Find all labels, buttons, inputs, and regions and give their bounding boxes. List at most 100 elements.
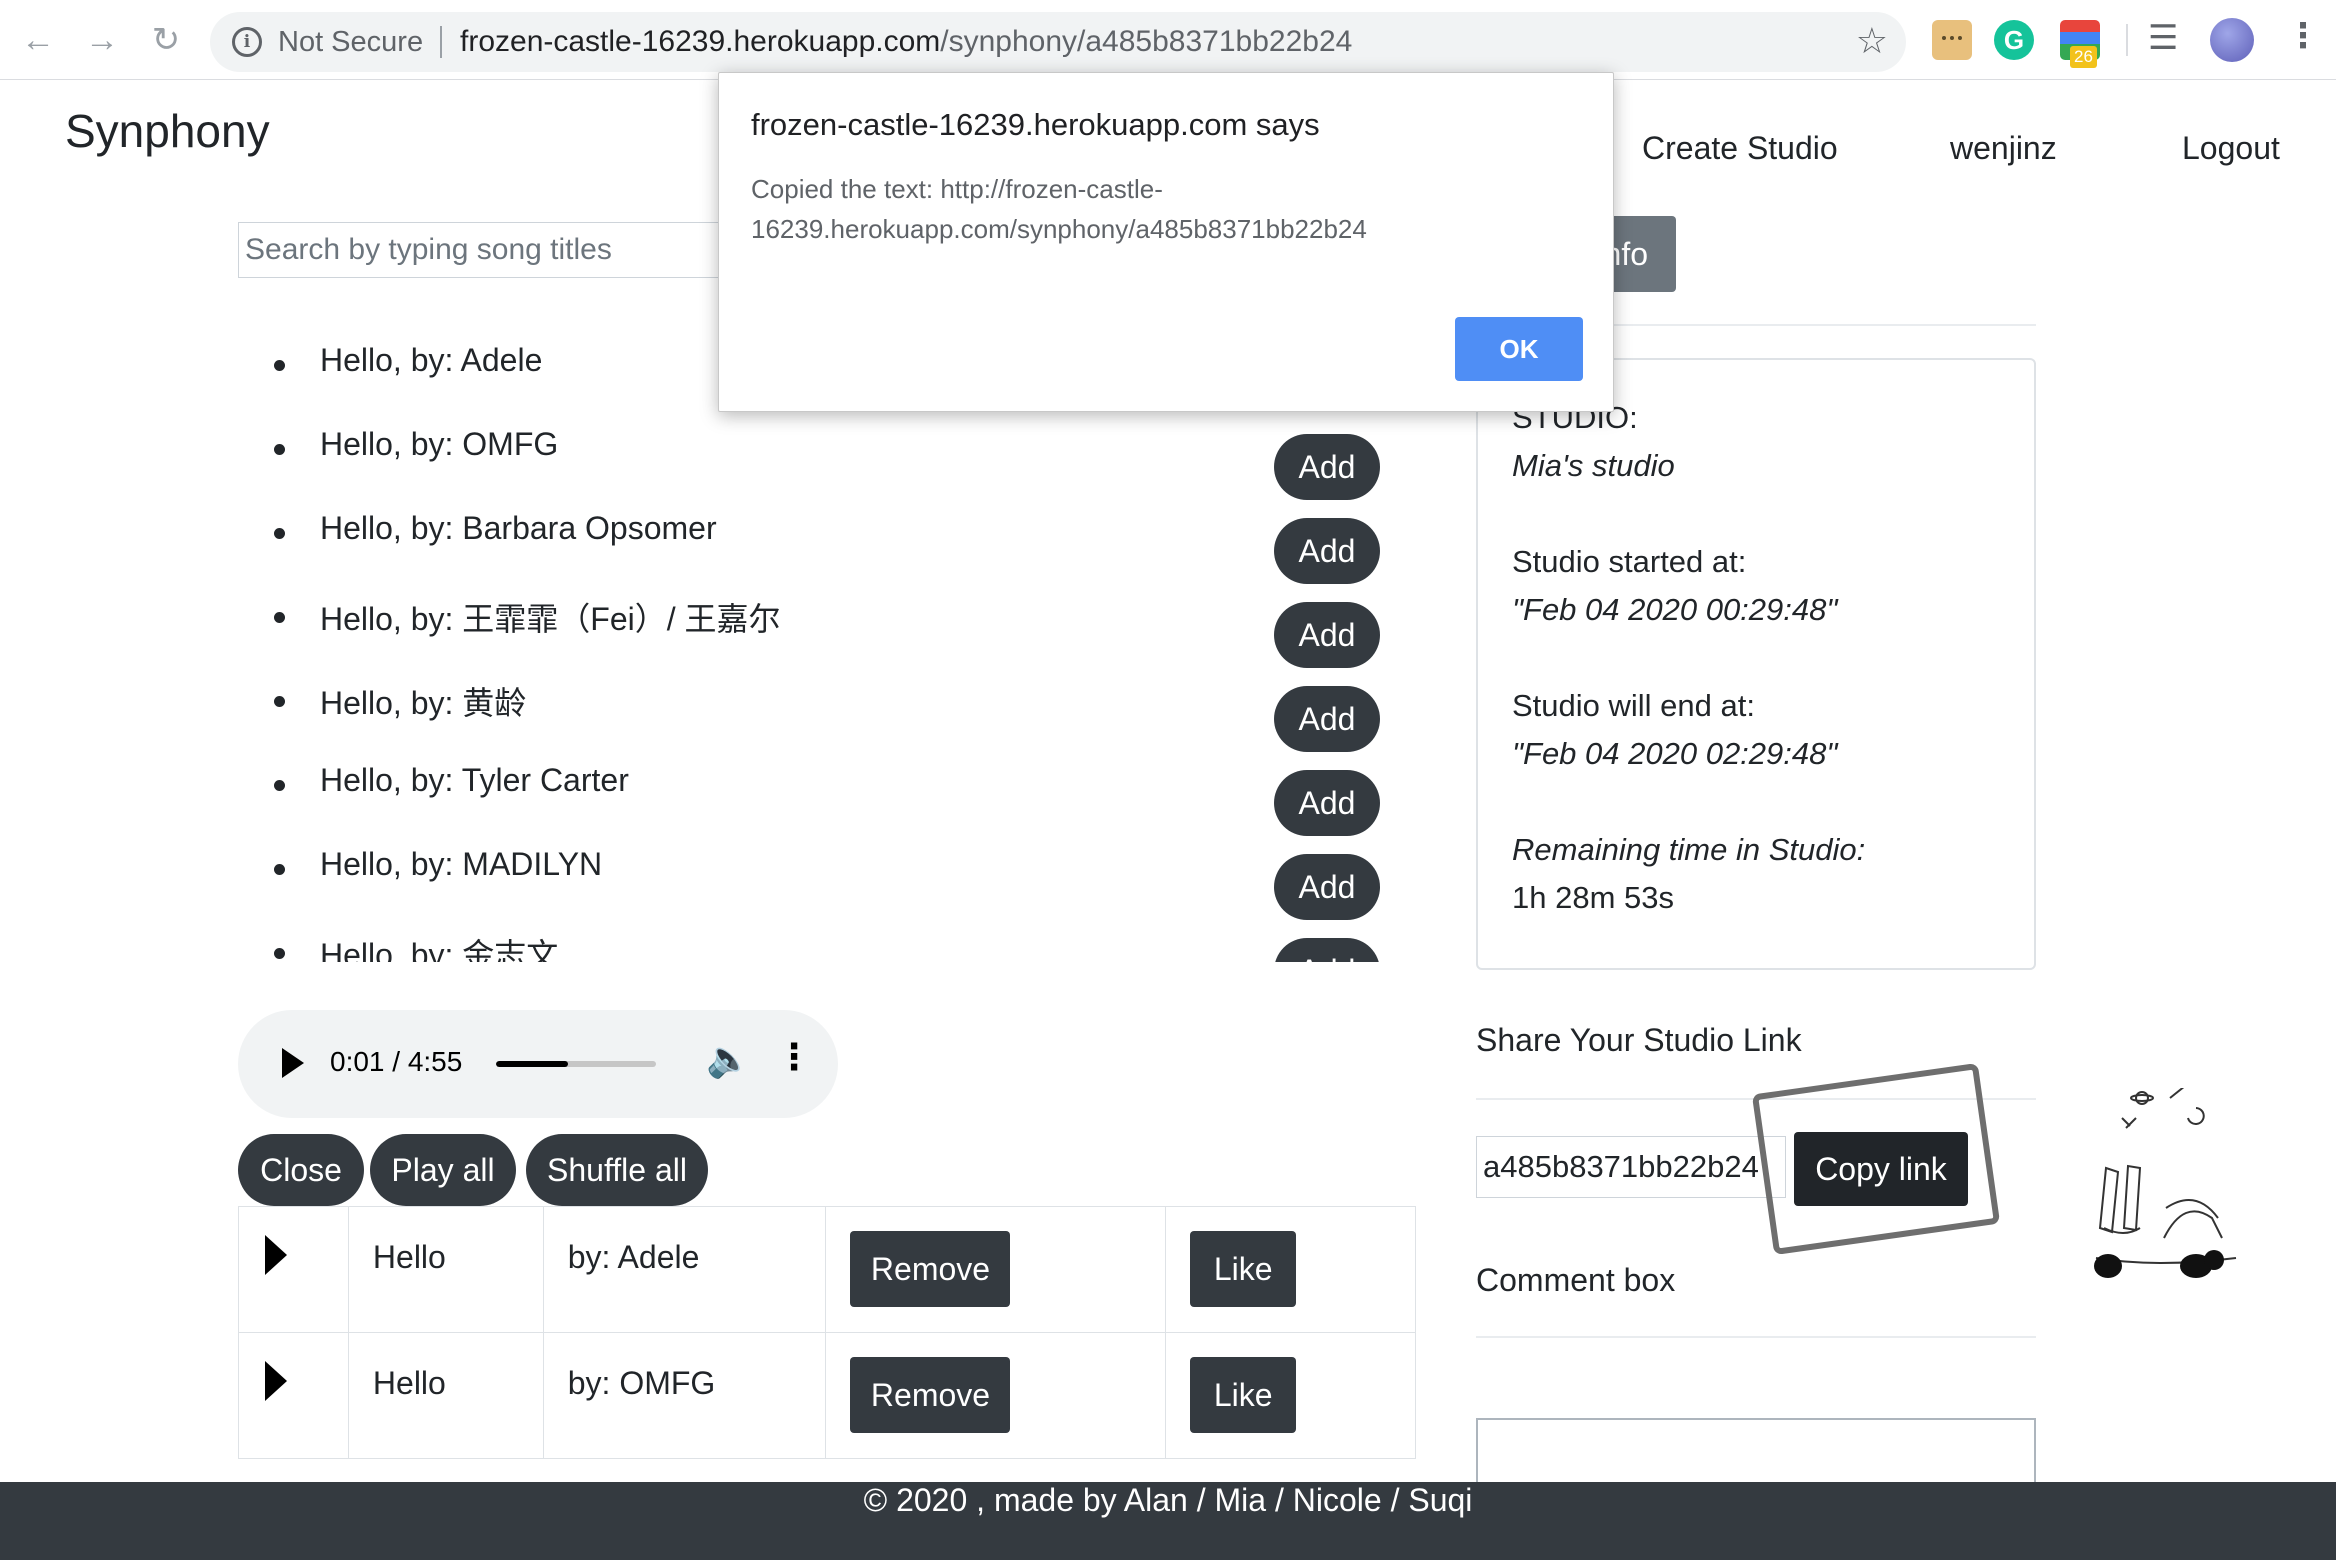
reload-icon[interactable]: ↻ xyxy=(142,16,190,64)
song-result-label: Hello, by: 金志文 xyxy=(320,937,559,962)
play-all-button[interactable]: Play all xyxy=(370,1134,516,1206)
play-track-icon[interactable] xyxy=(265,1235,287,1275)
studio-link-input[interactable] xyxy=(1476,1136,1786,1198)
list-item: Hello, by: OMFG Add xyxy=(238,414,1388,500)
song-result-label: Hello, by: Barbara Opsomer xyxy=(320,510,717,546)
song-search-input[interactable] xyxy=(238,222,758,278)
artist-cell: by: Adele xyxy=(542,1206,827,1333)
list-item: Hello, by: 金志文 Add xyxy=(238,918,1388,962)
grammarly-extension-icon[interactable]: G xyxy=(1994,20,2034,60)
play-cell xyxy=(238,1206,349,1333)
audio-seek-slider[interactable] xyxy=(496,1061,656,1067)
footer-text: © 2020 , made by Alan / Mia / Nicole / S… xyxy=(863,1482,1473,1518)
studio-info-card: STUDIO: Mia's studio Studio started at: … xyxy=(1476,358,2036,970)
song-result-label: Hello, by: 黄龄 xyxy=(320,685,527,721)
security-label[interactable]: Not Secure xyxy=(278,26,423,59)
like-button[interactable]: Like xyxy=(1190,1231,1297,1307)
play-icon[interactable] xyxy=(282,1048,304,1078)
song-result-label: Hello, by: Tyler Carter xyxy=(320,762,629,798)
end-value: "Feb 04 2020 02:29:48" xyxy=(1512,736,1838,771)
forward-arrow-icon[interactable]: → xyxy=(78,16,126,64)
add-song-button[interactable]: Add xyxy=(1274,518,1380,584)
song-result-label: Hello, by: MADILYN xyxy=(320,846,603,882)
media-control-icon[interactable]: ☰ xyxy=(2148,18,2178,58)
address-divider xyxy=(440,26,442,58)
started-value: "Feb 04 2020 00:29:48" xyxy=(1512,592,1838,627)
close-button[interactable]: Close xyxy=(238,1134,364,1206)
add-song-button[interactable]: Add xyxy=(1274,854,1380,920)
remaining-value: 1h 28m 53s xyxy=(1512,880,1674,915)
footer: © 2020 , made by Alan / Mia / Nicole / S… xyxy=(0,1482,2336,1560)
list-item: Hello, by: 黄龄 Add xyxy=(238,666,1388,752)
song-result-label: Hello, by: OMFG xyxy=(320,426,559,462)
nav-create-studio[interactable]: Create Studio xyxy=(1642,130,1838,167)
track-title: Hello xyxy=(372,1365,446,1401)
bullet xyxy=(274,948,285,959)
browser-toolbar: ← → ↻ i Not Secure frozen-castle-16239.h… xyxy=(0,0,2336,80)
search-results-list: Hello, by: Adele Hello, by: OMFG Add Hel… xyxy=(238,330,1388,962)
play-cell xyxy=(238,1332,349,1459)
like-button[interactable]: Like xyxy=(1190,1357,1297,1433)
stargazing-illustration xyxy=(2094,1088,2237,1278)
alert-title: frozen-castle-16239.herokuapp.com says xyxy=(751,107,1320,142)
bullet xyxy=(274,696,285,707)
remove-button[interactable]: Remove xyxy=(850,1357,1011,1433)
nav-username[interactable]: wenjinz xyxy=(1950,130,2057,167)
toolbar-divider xyxy=(2126,24,2128,56)
audio-progress-fill xyxy=(496,1061,568,1067)
bullet xyxy=(274,360,285,371)
audio-menu-icon[interactable]: ⋮ xyxy=(776,1036,812,1078)
remove-cell: Remove xyxy=(825,1332,1167,1459)
add-song-button[interactable]: Add xyxy=(1274,602,1380,668)
copy-link-button[interactable]: Copy link xyxy=(1794,1132,1968,1206)
add-song-button[interactable]: Add xyxy=(1274,938,1380,962)
extension-badge: 26 xyxy=(2070,46,2097,68)
profile-avatar[interactable] xyxy=(2210,18,2254,62)
browser-menu-icon[interactable]: ⋮ xyxy=(2286,16,2320,56)
add-song-button[interactable]: Add xyxy=(1274,770,1380,836)
table-row: Hello by: Adele Remove Like xyxy=(238,1206,1416,1333)
address-bar[interactable]: i Not Secure frozen-castle-16239.herokua… xyxy=(210,12,1906,72)
divider xyxy=(1476,1336,2036,1338)
back-arrow-icon[interactable]: ← xyxy=(14,16,62,64)
track-title: Hello xyxy=(372,1239,446,1275)
remaining-label: Remaining time in Studio: xyxy=(1512,832,1866,867)
nav-logout[interactable]: Logout xyxy=(2182,130,2280,167)
song-result-label: Hello, by: Adele xyxy=(320,342,543,378)
list-item: Hello, by: MADILYN Add xyxy=(238,834,1388,920)
track-artist: by: OMFG xyxy=(567,1365,716,1401)
started-label: Studio started at: xyxy=(1512,544,1747,579)
audio-time: 0:01 / 4:55 xyxy=(330,1046,463,1077)
bullet xyxy=(274,528,285,539)
url-host: frozen-castle-16239.herokuapp.com xyxy=(460,25,941,58)
bullet xyxy=(274,780,285,791)
add-song-button[interactable]: Add xyxy=(1274,434,1380,500)
remove-button[interactable]: Remove xyxy=(850,1231,1011,1307)
play-track-icon[interactable] xyxy=(265,1361,287,1401)
song-result-label: Hello, by: 王霏霏（Fei）/ 王嘉尔 xyxy=(320,601,781,637)
url-text[interactable]: frozen-castle-16239.herokuapp.com/synpho… xyxy=(460,25,1352,59)
shuffle-all-button[interactable]: Shuffle all xyxy=(526,1134,708,1206)
list-item: Hello, by: 王霏霏（Fei）/ 王嘉尔 Add xyxy=(238,582,1388,668)
share-heading: Share Your Studio Link xyxy=(1476,1022,1802,1058)
brand-logo[interactable]: Synphony xyxy=(65,104,270,158)
studio-name: Mia's studio xyxy=(1512,448,1675,483)
like-cell: Like xyxy=(1165,1206,1416,1333)
list-item: Hello, by: Barbara Opsomer Add xyxy=(238,498,1388,584)
alert-message: Copied the text: http://frozen-castle-16… xyxy=(751,174,1367,244)
volume-icon[interactable]: 🔈 xyxy=(706,1038,751,1080)
url-path: /synphony/a485b8371bb22b24 xyxy=(940,25,1353,58)
bookmark-star-icon[interactable]: ☆ xyxy=(1856,20,1888,62)
grammarly-letter: G xyxy=(2003,24,2025,55)
alert-dialog: frozen-castle-16239.herokuapp.com says C… xyxy=(718,72,1614,412)
title-cell: Hello xyxy=(347,1332,544,1459)
add-song-button[interactable]: Add xyxy=(1274,686,1380,752)
info-icon[interactable]: i xyxy=(232,27,262,57)
playlist-table: Hello by: Adele Remove Like Hello by: OM… xyxy=(238,1206,1416,1459)
table-row: Hello by: OMFG Remove Like xyxy=(238,1332,1416,1459)
list-item: Hello, by: Tyler Carter Add xyxy=(238,750,1388,836)
like-cell: Like xyxy=(1165,1332,1416,1459)
bullet xyxy=(274,612,285,623)
alert-ok-button[interactable]: OK xyxy=(1455,317,1583,381)
extension-face-icon[interactable] xyxy=(1932,20,1972,60)
